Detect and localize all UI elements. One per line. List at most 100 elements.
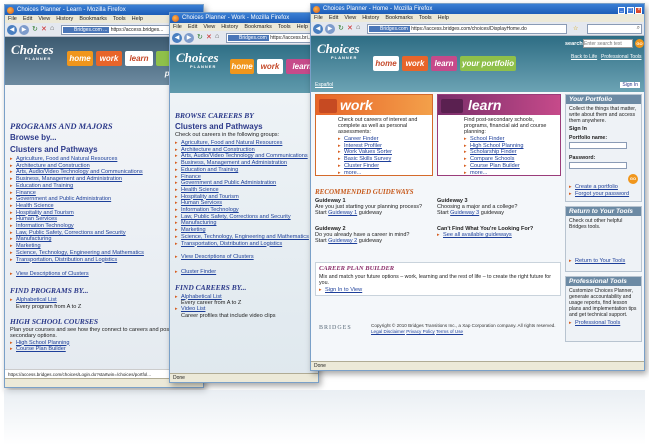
guideway-1-link[interactable]: Guideway 1 [328, 210, 357, 216]
scholarship-finder-link[interactable]: Scholarship Finder [464, 149, 560, 156]
professional-tools-top-link[interactable]: Professional Tools [601, 54, 642, 60]
close-icon[interactable]: × [635, 7, 643, 14]
menu-history[interactable]: History [221, 24, 238, 30]
legal-disclaimer-link[interactable]: Legal Disclaimer [371, 329, 405, 334]
password-input[interactable] [569, 162, 627, 169]
menu-edit[interactable]: Edit [23, 16, 32, 22]
bookmark-star-icon[interactable]: ☆ [573, 25, 578, 32]
site-search-input[interactable] [583, 39, 633, 48]
menu-history[interactable]: History [362, 15, 379, 21]
tab-portfolio[interactable]: your portfolio [460, 56, 516, 71]
tab-work[interactable]: work [402, 56, 428, 71]
tab-learn[interactable]: learn [125, 51, 153, 66]
forward-icon[interactable]: ▶ [325, 24, 335, 34]
list-item[interactable]: Finance [175, 174, 315, 181]
sign-in-button[interactable]: Sign In [620, 82, 640, 88]
list-item[interactable]: Transportation, Distribution and Logisti… [175, 241, 315, 248]
minimize-icon[interactable]: _ [618, 7, 625, 14]
sign-in-to-view-link[interactable]: Sign In to View [319, 287, 557, 294]
privacy-policy-link[interactable]: Privacy Policy [406, 329, 435, 334]
menu-edit[interactable]: Edit [329, 15, 338, 21]
list-item[interactable]: Hospitality and Tourism [175, 194, 315, 201]
tab-home[interactable]: home [67, 51, 93, 66]
menu-view[interactable]: View [344, 15, 356, 21]
high-school-planning-link[interactable]: High School Planning [464, 143, 560, 150]
reload-icon[interactable]: ↻ [197, 33, 203, 41]
stop-icon[interactable]: ✕ [206, 33, 212, 41]
back-icon[interactable]: ◀ [172, 33, 182, 43]
create-portfolio-link[interactable]: Create a portfolio [569, 184, 641, 191]
see-all-guideways-link[interactable]: See all available guideways [437, 232, 561, 239]
menu-bookmarks[interactable]: Bookmarks [79, 16, 107, 22]
choices-logo[interactable]: Choices PLANNER [11, 42, 54, 61]
portfolio-name-input[interactable] [569, 142, 627, 149]
alphabetical-list-link[interactable]: Alphabetical List [175, 294, 315, 301]
menu-tools[interactable]: Tools [113, 16, 126, 22]
list-item[interactable]: Business, Management and Administration [175, 160, 315, 167]
menu-history[interactable]: History [56, 16, 73, 22]
forgot-password-link[interactable]: Forgot your password [569, 191, 641, 198]
professional-tools-link[interactable]: Professional Tools [569, 320, 641, 327]
list-item[interactable]: Government and Public Administration [175, 180, 315, 187]
maximize-icon[interactable]: □ [626, 7, 634, 14]
reload-icon[interactable]: ↻ [32, 25, 38, 33]
work-more-link[interactable]: more... [338, 170, 432, 175]
cluster-finder-link[interactable]: Cluster Finder [338, 163, 432, 170]
tab-work[interactable]: work [96, 51, 122, 66]
home-icon[interactable]: ⌂ [50, 25, 54, 32]
list-item[interactable]: Manufacturing [175, 220, 315, 227]
list-item[interactable]: Agriculture, Food and Natural Resources [175, 140, 315, 147]
menu-bookmarks[interactable]: Bookmarks [244, 24, 272, 30]
basic-skills-survey-link[interactable]: Basic Skills Survey [338, 156, 432, 163]
return-to-tools-link[interactable]: Return to Your Tools [569, 258, 641, 265]
career-finder-link[interactable]: Career Finder [338, 136, 432, 143]
list-item[interactable]: Architecture and Construction [175, 147, 315, 154]
menu-bookmarks[interactable]: Bookmarks [385, 15, 413, 21]
compare-schools-link[interactable]: Compare Schools [464, 156, 560, 163]
web-search-box[interactable]: ⌕ [587, 24, 642, 34]
tab-home[interactable]: home [230, 59, 254, 74]
back-icon[interactable]: ◀ [313, 24, 323, 34]
list-item[interactable]: Education and Training [175, 167, 315, 174]
choices-logo[interactable]: Choices PLANNER [317, 41, 360, 60]
interest-profiler-link[interactable]: Interest Profiler [338, 143, 432, 150]
espanol-link[interactable]: Español [315, 82, 333, 88]
reload-icon[interactable]: ↻ [338, 24, 344, 32]
menu-file[interactable]: File [314, 15, 323, 21]
guideway-3-link[interactable]: Guideway 3 [450, 210, 479, 216]
portfolio-go-button[interactable]: GO [628, 174, 638, 184]
choices-logo[interactable]: Choices PLANNER [176, 50, 219, 69]
list-item[interactable]: Marketing [175, 227, 315, 234]
list-item[interactable]: Information Technology [175, 207, 315, 214]
tab-learn[interactable]: learn [431, 56, 457, 71]
menu-view[interactable]: View [203, 24, 215, 30]
back-to-life-link[interactable]: Back to Life [571, 54, 597, 60]
forward-icon[interactable]: ▶ [184, 33, 194, 43]
menu-edit[interactable]: Edit [188, 24, 197, 30]
forward-icon[interactable]: ▶ [19, 25, 29, 35]
course-plan-builder-link[interactable]: Course Plan Builder [464, 163, 560, 170]
guideway-2-link[interactable]: Guideway 2 [328, 238, 357, 244]
learn-more-link[interactable]: more... [464, 170, 560, 175]
terms-of-use-link[interactable]: Terms of Use [436, 329, 463, 334]
search-go-button[interactable]: GO [635, 39, 644, 48]
menu-tools[interactable]: Tools [278, 24, 291, 30]
work-values-sorter-link[interactable]: Work Values Sorter [338, 149, 432, 156]
video-list-link[interactable]: Video List [175, 306, 315, 313]
stop-icon[interactable]: ✕ [347, 24, 353, 32]
list-item[interactable]: Arts, Audio/Video Technology and Communi… [175, 153, 315, 160]
menu-view[interactable]: View [38, 16, 50, 22]
menu-help[interactable]: Help [438, 15, 449, 21]
list-item[interactable]: Health Science [175, 187, 315, 194]
back-icon[interactable]: ◀ [7, 25, 17, 35]
url-bar[interactable]: Bridges.com https://access.bri... [226, 33, 318, 43]
stop-icon[interactable]: ✕ [41, 25, 47, 33]
menu-file[interactable]: File [8, 16, 17, 22]
list-item[interactable]: Law, Public Safety, Corrections and Secu… [175, 214, 315, 221]
view-descriptions-link[interactable]: View Descriptions of Clusters [175, 254, 315, 261]
cluster-finder-link[interactable]: Cluster Finder [175, 269, 315, 276]
tab-work[interactable]: work [257, 59, 283, 74]
search-icon[interactable]: ⌕ [637, 25, 640, 32]
school-finder-link[interactable]: School Finder [464, 136, 560, 143]
home-icon[interactable]: ⌂ [215, 33, 219, 40]
